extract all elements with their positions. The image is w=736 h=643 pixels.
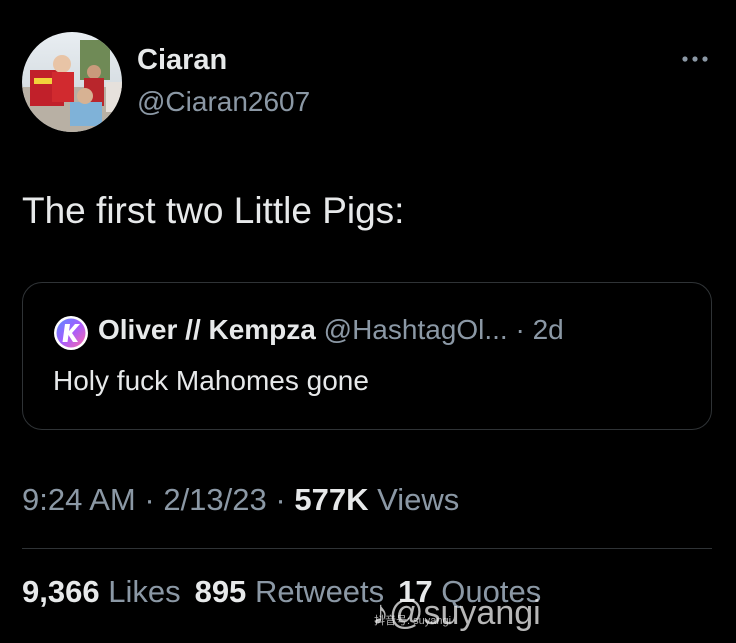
author-handle[interactable]: @Ciaran2607 xyxy=(137,86,310,118)
more-options-icon[interactable] xyxy=(680,52,710,66)
retweets-count: 895 xyxy=(194,574,247,609)
tweet-text: The first two Little Pigs: xyxy=(22,190,405,231)
tweet-time[interactable]: 9:24 AM xyxy=(22,482,136,517)
retweets-label: Retweets xyxy=(254,574,385,609)
likes-count: 9,366 xyxy=(22,574,100,609)
views-label: Views xyxy=(377,482,460,517)
divider xyxy=(22,548,712,549)
quoted-author-handle[interactable]: @HashtagOl... xyxy=(324,314,508,345)
likes-link[interactable]: 9,366 Likes xyxy=(22,574,181,609)
meta-separator: · xyxy=(275,482,286,517)
quoted-tweet-age: 2d xyxy=(532,314,564,345)
quoted-tweet-card[interactable]: Oliver // Kempza @HashtagOl... · 2d Holy… xyxy=(22,282,712,430)
author-display-name[interactable]: Ciaran xyxy=(137,44,227,77)
quoted-author-name[interactable]: Oliver // Kempza xyxy=(98,314,316,345)
meta-separator: · xyxy=(144,482,155,517)
quoted-tweet-header: Oliver // Kempza @HashtagOl... · 2d xyxy=(98,314,564,346)
retweets-link[interactable]: 895 Retweets xyxy=(195,574,385,609)
profile-photo-icon xyxy=(22,32,122,132)
quoted-separator: · xyxy=(515,314,525,345)
k-logo-icon[interactable] xyxy=(53,315,89,351)
views-count: 577K xyxy=(294,482,369,517)
tweet-metadata: 9:24 AM · 2/13/23 · 577K Views xyxy=(22,482,459,518)
quoted-tweet-text: Holy fuck Mahomes gone xyxy=(53,365,369,396)
likes-label: Likes xyxy=(108,574,181,609)
author-avatar[interactable] xyxy=(22,32,122,132)
tweet-date[interactable]: 2/13/23 xyxy=(163,482,266,517)
watermark-subtext: 抖音号: suyangi xyxy=(374,615,452,627)
